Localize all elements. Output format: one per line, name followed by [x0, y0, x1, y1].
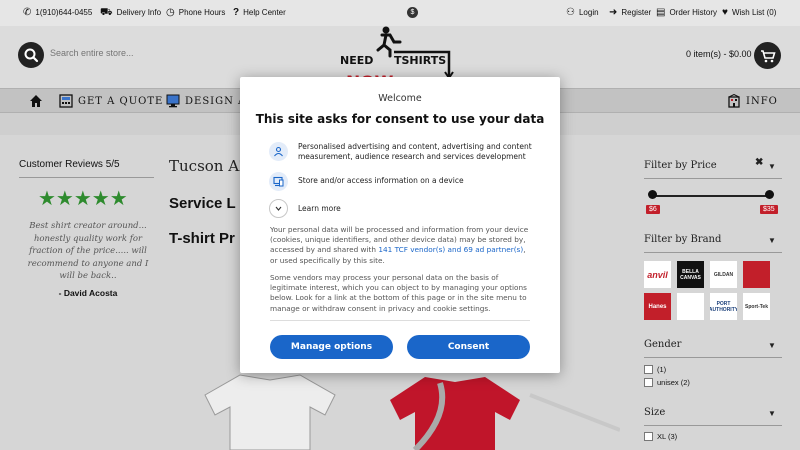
manage-options-button[interactable]: Manage options — [270, 335, 393, 359]
vendors-link[interactable]: 141 TCF vendor(s) and 69 ad partner(s) — [378, 245, 523, 254]
learn-more-toggle[interactable]: Learn more — [269, 199, 539, 218]
dialog-paragraph-1: Your personal data will be processed and… — [270, 225, 532, 266]
purpose-text: Store and/or access information on a dev… — [298, 176, 464, 185]
dialog-welcome: Welcome — [378, 93, 422, 104]
dialog-title: This site asks for consent to use your d… — [255, 112, 545, 126]
consent-button[interactable]: Consent — [407, 335, 530, 359]
dialog-divider — [270, 320, 530, 321]
purpose-text: Personalised advertising and content, ad… — [298, 142, 532, 161]
purpose-store-access: Store and/or access information on a dev… — [269, 172, 539, 191]
consent-dialog: Welcome This site asks for consent to us… — [240, 77, 560, 373]
purpose-personalised-ads: Personalised advertising and content, ad… — [269, 142, 539, 162]
learn-more-label: Learn more — [298, 204, 341, 213]
dialog-paragraph-2: Some vendors may process your personal d… — [270, 273, 527, 313]
people-icon — [269, 142, 288, 161]
chevron-down-icon[interactable] — [269, 199, 288, 218]
device-icon — [269, 172, 288, 191]
